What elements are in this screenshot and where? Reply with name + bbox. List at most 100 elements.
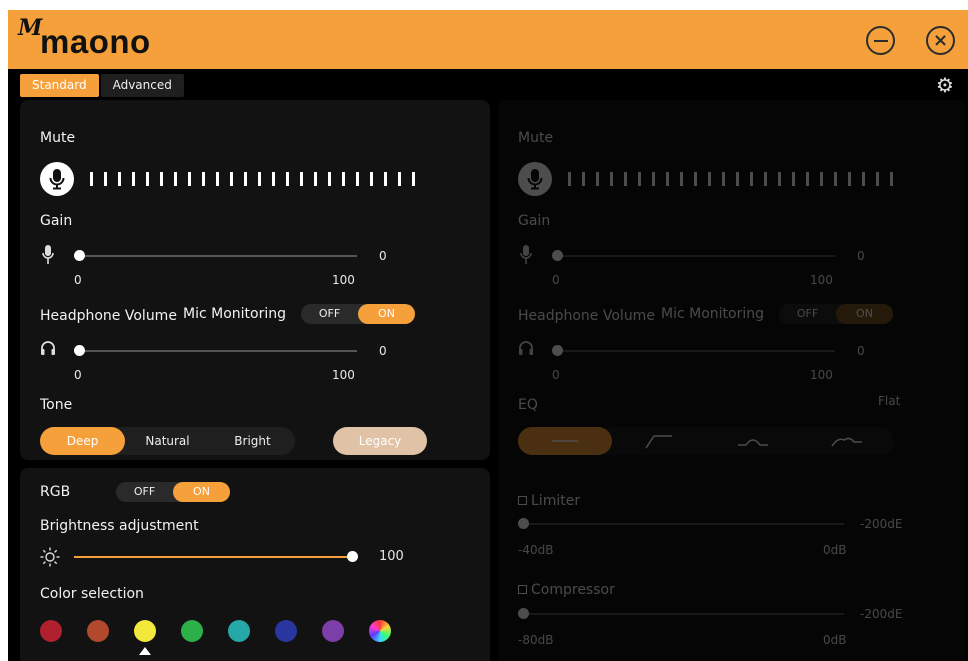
minimize-button[interactable] — [866, 26, 895, 55]
eq-presence-icon — [831, 437, 862, 447]
tab-advanced[interactable]: Advanced — [100, 74, 184, 97]
gain-min: 0 — [74, 273, 82, 287]
mute-button[interactable] — [518, 162, 552, 196]
headphone-min: 0 — [552, 368, 560, 382]
brightness-slider-handle[interactable] — [347, 551, 358, 562]
headphone-min: 0 — [74, 368, 82, 382]
eq-mid-boost-icon — [738, 439, 768, 446]
limiter-label: Limiter — [531, 493, 581, 509]
mic-monitoring-label: Mic Monitoring — [661, 306, 764, 322]
gain-slider-handle[interactable] — [552, 250, 563, 261]
color-swatch[interactable] — [228, 620, 250, 642]
rgb-toggle[interactable]: OFF ON — [116, 482, 230, 502]
title-bar[interactable]: M maono × — [8, 10, 968, 69]
level-meter — [90, 172, 415, 186]
sun-icon — [40, 547, 60, 567]
selected-color-indicator — [139, 647, 151, 655]
gain-max: 100 — [810, 273, 833, 287]
limiter-value: -200dE — [860, 517, 903, 531]
headphone-slider-track[interactable] — [80, 350, 357, 352]
brightness-slider-track[interactable] — [74, 556, 354, 558]
headphones-icon — [519, 341, 533, 355]
mic-monitoring-on[interactable]: ON — [836, 304, 893, 324]
tab-standard[interactable]: Standard — [20, 74, 99, 97]
color-selection-label: Color selection — [40, 586, 144, 602]
eq-selector[interactable] — [518, 427, 894, 455]
headphone-max: 100 — [810, 368, 833, 382]
color-swatch[interactable] — [275, 620, 297, 642]
microphone-icon — [527, 169, 543, 190]
eq-flat-icon — [552, 440, 578, 442]
eq-presence[interactable] — [800, 427, 894, 455]
limiter-checkbox[interactable]: Limiter — [518, 493, 580, 509]
app-window: M maono × Standard Advanced ⚙ Mute Gain … — [8, 10, 968, 661]
color-swatch[interactable] — [40, 620, 62, 642]
color-swatch[interactable] — [181, 620, 203, 642]
gear-icon: ⚙ — [936, 73, 954, 97]
compressor-slider-track[interactable] — [524, 613, 844, 615]
rgb-label: RGB — [40, 484, 71, 500]
close-icon: × — [932, 29, 949, 51]
logo-mark: M — [18, 15, 42, 41]
eq-preset-name: Flat — [878, 394, 901, 408]
rgb-on[interactable]: ON — [173, 482, 230, 502]
headphone-slider-handle[interactable] — [552, 345, 563, 356]
mic-monitoring-toggle[interactable]: OFF ON — [301, 304, 415, 324]
mute-label: Mute — [518, 130, 554, 146]
headphone-slider-track[interactable] — [558, 350, 835, 352]
color-swatch[interactable] — [369, 620, 391, 642]
tone-selector[interactable]: Deep Natural Bright — [40, 427, 295, 455]
gain-slider-handle[interactable] — [74, 250, 85, 261]
compressor-max: 0dB — [823, 633, 847, 647]
limiter-slider-handle[interactable] — [518, 518, 529, 529]
level-meter — [568, 172, 893, 186]
limiter-checkbox-box[interactable] — [518, 496, 527, 505]
gain-label: Gain — [518, 213, 551, 229]
color-swatch[interactable] — [322, 620, 344, 642]
gain-max: 100 — [332, 273, 355, 287]
mic-monitoring-label: Mic Monitoring — [183, 306, 286, 322]
color-swatch[interactable] — [134, 620, 156, 642]
mic-monitoring-on[interactable]: ON — [358, 304, 415, 324]
secondary-channel-panel: Mute Gain 0 0 100 Headphone Volume Mic M… — [498, 100, 966, 661]
headphone-max: 100 — [332, 368, 355, 382]
compressor-checkbox-box[interactable] — [518, 585, 527, 594]
mute-button[interactable] — [40, 162, 74, 196]
mic-monitoring-toggle[interactable]: OFF ON — [779, 304, 893, 324]
gain-min: 0 — [552, 273, 560, 287]
tone-bright[interactable]: Bright — [210, 427, 295, 455]
legacy-button[interactable]: Legacy — [333, 427, 427, 455]
brightness-value: 100 — [379, 549, 404, 564]
microphone-icon — [49, 169, 65, 190]
eq-highpass-icon — [645, 435, 672, 449]
settings-button[interactable]: ⚙ — [934, 74, 956, 96]
eq-label: EQ — [518, 397, 538, 413]
limiter-max: 0dB — [823, 543, 847, 557]
compressor-slider-handle[interactable] — [518, 608, 529, 619]
rgb-off[interactable]: OFF — [116, 482, 173, 502]
compressor-checkbox[interactable]: Compressor — [518, 582, 615, 598]
tone-deep[interactable]: Deep — [40, 427, 125, 455]
headphone-value: 0 — [379, 344, 387, 358]
tone-natural[interactable]: Natural — [125, 427, 210, 455]
gain-slider-track[interactable] — [558, 255, 835, 257]
color-swatch[interactable] — [87, 620, 109, 642]
microphone-icon — [42, 245, 54, 264]
eq-flat[interactable] — [518, 427, 612, 455]
mute-label: Mute — [40, 130, 76, 146]
compressor-min: -80dB — [518, 633, 554, 647]
headphone-value: 0 — [857, 344, 865, 358]
rgb-panel: RGB OFF ON Brightness adjustment 100 Col… — [20, 468, 490, 661]
mic-monitoring-off[interactable]: OFF — [779, 304, 836, 324]
mode-tabs: Standard Advanced — [20, 74, 184, 97]
close-button[interactable]: × — [926, 26, 955, 55]
gain-slider-track[interactable] — [80, 255, 357, 257]
gain-label: Gain — [40, 213, 73, 229]
gain-value: 0 — [379, 249, 387, 263]
eq-mid-boost[interactable] — [706, 427, 800, 455]
headphone-slider-handle[interactable] — [74, 345, 85, 356]
mic-monitoring-off[interactable]: OFF — [301, 304, 358, 324]
microphone-icon — [520, 245, 532, 264]
limiter-slider-track[interactable] — [524, 523, 844, 525]
eq-highpass[interactable] — [612, 427, 706, 455]
